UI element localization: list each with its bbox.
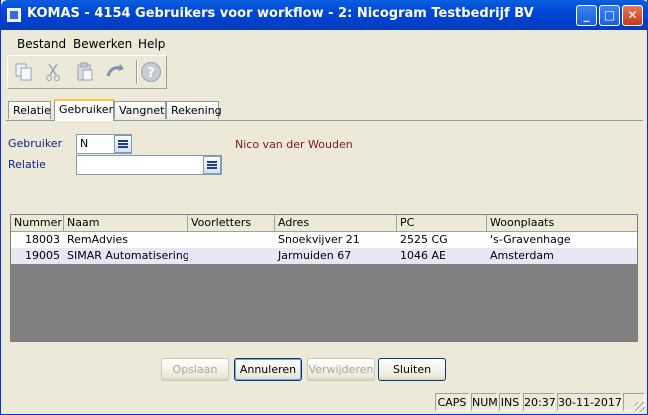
copy-icon bbox=[15, 63, 32, 81]
cell-nummer: 18003 bbox=[25, 233, 60, 246]
cell-adres: Jarmuiden 67 bbox=[278, 249, 352, 262]
status-caps: CAPS bbox=[435, 393, 469, 411]
relatie-field[interactable] bbox=[76, 155, 222, 175]
cut-button[interactable] bbox=[40, 59, 66, 85]
cell-naam: SIMAR Automatisering B' bbox=[67, 249, 188, 262]
status-date: 30-11-2017 bbox=[557, 393, 622, 411]
maximize-button[interactable]: □ bbox=[599, 5, 620, 26]
cell-pc: 2525 CG bbox=[400, 233, 448, 246]
table-row[interactable]: 19005 SIMAR Automatisering B' Jarmuiden … bbox=[11, 248, 637, 264]
close-icon: ✕ bbox=[627, 8, 638, 22]
menu-help[interactable]: Help bbox=[138, 37, 165, 51]
relatie-label: Relatie bbox=[8, 158, 46, 171]
column-header-adres[interactable]: Adres bbox=[275, 215, 397, 231]
list-icon bbox=[207, 161, 217, 169]
relatie-lookup-button[interactable] bbox=[203, 156, 221, 174]
menu-bewerken[interactable]: Bewerken bbox=[73, 37, 132, 51]
paste-icon bbox=[77, 62, 93, 81]
cell-pc: 1046 AE bbox=[400, 249, 446, 262]
help-icon: ? bbox=[141, 62, 161, 82]
cell-naam: RemAdvies bbox=[67, 233, 129, 246]
tab-gebruiker[interactable]: Gebruiker bbox=[54, 99, 114, 121]
help-button[interactable]: ? bbox=[138, 59, 164, 85]
cell-nummer: 19005 bbox=[25, 249, 60, 262]
tab-vangnet[interactable]: Vangnet bbox=[114, 101, 166, 119]
status-num: NUM bbox=[471, 393, 498, 411]
status-bar: CAPS NUM INS 20:37 30-11-2017 bbox=[1, 392, 647, 414]
menu-bestand[interactable]: Bestand bbox=[17, 37, 66, 51]
refresh-icon bbox=[106, 64, 124, 77]
column-header-voorletters[interactable]: Voorletters bbox=[188, 215, 275, 231]
status-ins: INS bbox=[499, 393, 521, 411]
opslaan-button[interactable]: Opslaan bbox=[161, 358, 229, 381]
column-header-woonplaats[interactable]: Woonplaats bbox=[487, 215, 637, 231]
main-window: KOMAS - 4154 Gebruikers voor workflow - … bbox=[0, 0, 648, 415]
resize-grip[interactable] bbox=[635, 402, 645, 412]
gebruiker-name-display: Nico van der Wouden bbox=[235, 138, 353, 151]
cell-voorletters bbox=[188, 248, 275, 264]
cell-voorletters bbox=[188, 232, 275, 248]
cut-icon bbox=[46, 63, 60, 81]
column-header-nummer[interactable]: Nummer bbox=[11, 215, 64, 231]
cell-woonplaats: 's-Gravenhage bbox=[490, 233, 571, 246]
toolbar: ? bbox=[7, 55, 167, 89]
maximize-icon: □ bbox=[603, 8, 616, 22]
list-icon bbox=[118, 140, 128, 148]
paste-button[interactable] bbox=[72, 59, 98, 85]
cell-adres: Snoekvijver 21 bbox=[278, 233, 360, 246]
tab-rekening[interactable]: Rekening bbox=[166, 101, 222, 119]
minimize-icon: _ bbox=[583, 8, 590, 22]
minimize-button[interactable]: _ bbox=[576, 5, 597, 26]
tab-relatie[interactable]: Relatie bbox=[8, 101, 51, 119]
svg-text:?: ? bbox=[147, 66, 155, 81]
title-bar[interactable]: KOMAS - 4154 Gebruikers voor workflow - … bbox=[1, 0, 648, 30]
column-header-pc[interactable]: PC bbox=[397, 215, 487, 231]
refresh-button[interactable] bbox=[102, 59, 128, 85]
status-time: 20:37 bbox=[523, 393, 556, 411]
grid-header: Nummer Naam Voorletters Adres PC Woonpla… bbox=[11, 215, 637, 232]
gebruikers-grid[interactable]: Nummer Naam Voorletters Adres PC Woonpla… bbox=[10, 214, 638, 342]
column-header-naam[interactable]: Naam bbox=[64, 215, 188, 231]
annuleren-button[interactable]: Annuleren bbox=[234, 358, 302, 381]
sluiten-button[interactable]: Sluiten bbox=[378, 358, 446, 381]
gebruiker-lookup-button[interactable] bbox=[114, 135, 132, 153]
copy-button[interactable] bbox=[11, 59, 37, 85]
window-title: KOMAS - 4154 Gebruikers voor workflow - … bbox=[27, 6, 534, 21]
cell-woonplaats: Amsterdam bbox=[490, 249, 554, 262]
app-icon bbox=[7, 8, 21, 22]
close-button[interactable]: ✕ bbox=[622, 5, 643, 26]
table-row[interactable]: 18003 RemAdvies Snoekvijver 21 2525 CG '… bbox=[11, 232, 637, 248]
gebruiker-label: Gebruiker bbox=[8, 137, 63, 150]
verwijderen-button[interactable]: Verwijderen bbox=[307, 358, 375, 381]
